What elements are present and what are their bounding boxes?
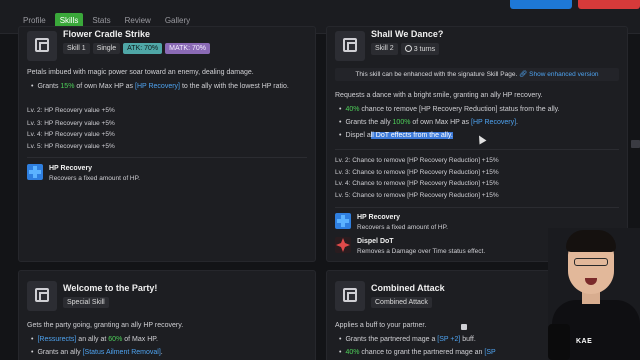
skill-icon-frame <box>27 31 57 61</box>
divider <box>335 207 619 208</box>
skill-card-welcome-to-the-party: Welcome to the Party! Special Skill Gets… <box>18 270 316 360</box>
effect-description: Removes a Damage over Time status effect… <box>357 248 486 255</box>
skill-description: Gets the party going, granting an ally H… <box>27 322 184 329</box>
skill-title: Welcome to the Party! <box>63 283 158 293</box>
level-line: Lv. 5: HP Recovery value +5% <box>27 143 115 150</box>
skill-description: Petals imbued with magic power soar towa… <box>27 69 254 76</box>
skill-description: Applies a buff to your partner. <box>335 322 427 329</box>
skill-tags: Skill 1 Single ATK: 70% MATK: 70% <box>63 43 210 54</box>
effect-description: Recovers a fixed amount of HP. <box>49 175 140 182</box>
effect-name: HP Recovery <box>357 214 401 221</box>
effect-name: Dispel DoT <box>357 238 394 245</box>
skill-title: Shall We Dance? <box>371 29 444 39</box>
skill-card-flower-cradle-strike: Flower Cradle Strike Skill 1 Single ATK:… <box>18 26 316 262</box>
level-line: Lv. 2: Chance to remove [HP Recovery Red… <box>335 157 499 164</box>
tag-skill-slot: Skill 2 <box>371 43 398 55</box>
scroll-right-button[interactable] <box>631 140 640 148</box>
skill-effect-bullet: • [Ressurects] an ally at 60% of Max HP. <box>31 336 158 343</box>
level-line: Lv. 5: Chance to remove [HP Recovery Red… <box>335 192 499 199</box>
level-line: Lv. 3: HP Recovery value +5% <box>27 120 115 127</box>
hp-recovery-icon <box>27 164 43 180</box>
skill-title: Flower Cradle Strike <box>63 29 151 39</box>
clock-icon <box>404 45 412 52</box>
tag-atk: ATK: 70% <box>123 43 163 54</box>
top-action-button-blue[interactable] <box>510 0 572 9</box>
skill-effect-bullet: • 40% chance to grant the partnered mage … <box>339 349 496 356</box>
enhancement-notice: This skill can be enhanced with the sign… <box>335 68 619 81</box>
skill-effect-bullet: • Grants an ally [Status Ailment Removal]… <box>31 349 163 356</box>
skill-tags: Special Skill <box>63 297 109 308</box>
divider <box>27 157 307 158</box>
top-action-button-red[interactable] <box>578 0 640 9</box>
cube-icon <box>343 288 357 302</box>
skill-effect-bullet: • Grants 15% of own Max HP as [HP Recover… <box>31 83 289 90</box>
skill-effect-bullet: • Grants the ally 100% of own Max HP as [… <box>339 119 518 126</box>
tag-target: Single <box>92 43 121 54</box>
selected-text: ll DoT effects from the ally. <box>370 132 453 139</box>
skill-icon-frame <box>335 31 365 61</box>
tag-matk: MATK: 70% <box>165 43 210 54</box>
skill-icon-frame <box>335 281 365 311</box>
skill-description: Requests a dance with a bright smile, gr… <box>335 92 543 99</box>
tag-skill-type: Special Skill <box>63 297 109 308</box>
cube-icon <box>343 38 357 52</box>
effect-name: HP Recovery <box>49 165 93 172</box>
divider <box>335 149 619 150</box>
cube-icon <box>35 38 49 52</box>
dispel-dot-icon <box>335 237 351 253</box>
skill-icon-frame <box>27 281 57 311</box>
skill-effect-bullet: • 40% chance to remove [HP Recovery Reduc… <box>339 106 560 113</box>
effect-description: Recovers a fixed amount of HP. <box>357 224 448 231</box>
glasses-icon <box>574 258 608 266</box>
mouse-cursor <box>475 133 487 145</box>
tag-skill-slot: Skill 1 <box>63 43 90 54</box>
webcam-overlay: KAE <box>548 228 640 360</box>
level-line: Lv. 4: HP Recovery value +5% <box>27 131 115 138</box>
cube-icon <box>35 288 49 302</box>
skill-card-shall-we-dance: Shall We Dance? Skill 2 3 turns This ski… <box>326 26 628 262</box>
level-line: Lv. 2: HP Recovery value +5% <box>27 107 115 114</box>
tag-skill-type: Combined Attack <box>371 297 432 308</box>
skill-tags: Skill 2 3 turns <box>371 43 440 55</box>
level-line: Lv. 4: Chance to remove [HP Recovery Red… <box>335 180 499 187</box>
hp-recovery-icon <box>335 213 351 229</box>
skill-effect-bullet: • Grants the partnered mage a [SP +2] buf… <box>339 336 476 343</box>
shirt-brand-text: KAE <box>576 338 593 345</box>
tag-duration: 3 turns <box>400 43 440 55</box>
level-line: Lv. 3: Chance to remove [HP Recovery Red… <box>335 169 499 176</box>
microphone-icon <box>548 324 570 360</box>
skill-tags: Combined Attack <box>371 297 432 308</box>
show-enhanced-link[interactable]: 🔗︎ Show enhanced version <box>519 71 598 78</box>
streamer-hair <box>566 230 616 252</box>
skill-effect-bullet: • Dispel all DoT effects from the ally. <box>339 132 453 139</box>
cursor-marker-icon <box>461 324 467 330</box>
skill-title: Combined Attack <box>371 283 445 293</box>
